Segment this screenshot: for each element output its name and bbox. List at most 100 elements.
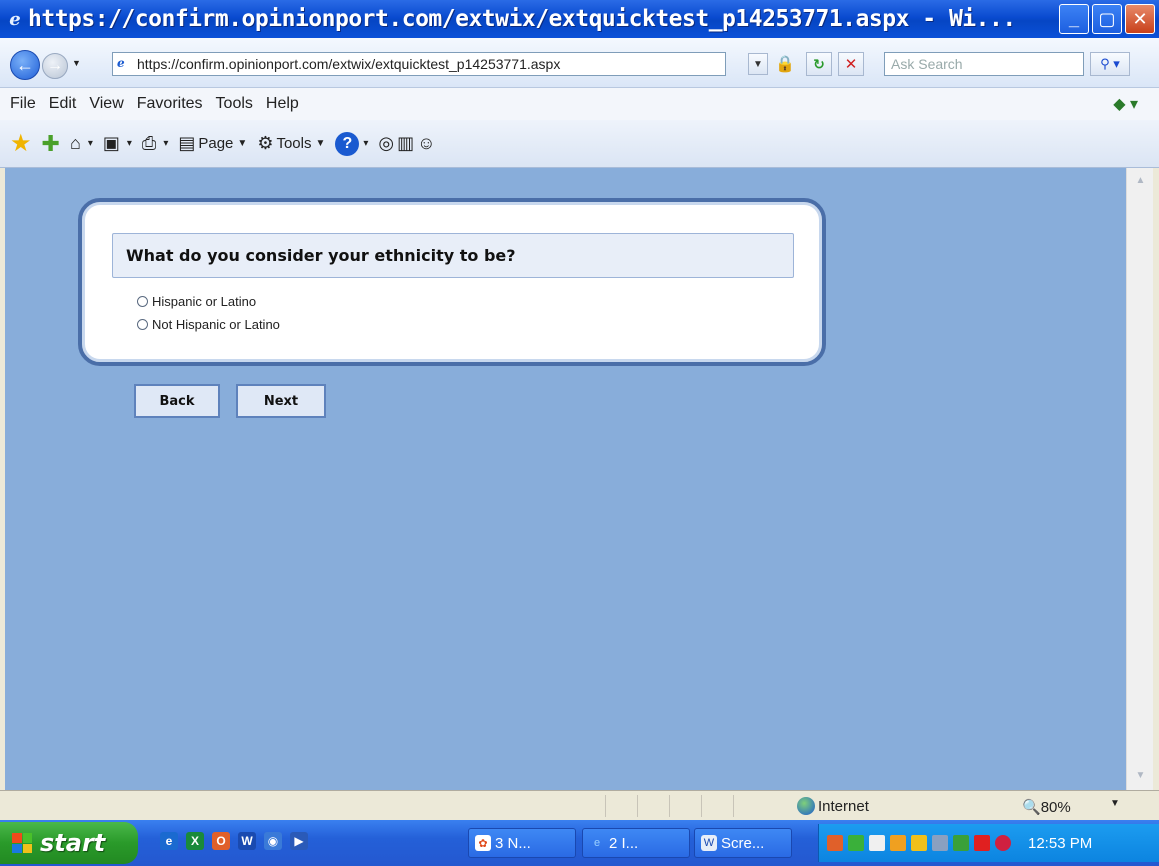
forward-arrow-icon[interactable]: → [42, 53, 68, 79]
page-label: Page [198, 135, 234, 152]
tray-lock-icon[interactable] [869, 835, 885, 851]
excel-icon[interactable]: X [186, 832, 204, 850]
status-cell [637, 795, 669, 817]
menu-edit[interactable]: Edit [49, 95, 77, 113]
task-icon: ✿ [475, 835, 491, 851]
ie-quicklaunch-icon[interactable]: e [160, 832, 178, 850]
tray-shield-icon[interactable] [911, 835, 927, 851]
maximize-button[interactable]: ▢ [1092, 4, 1122, 34]
taskbar: start e X O W ◉ ▶ ✿ 3 N... e 2 I... W Sc… [0, 820, 1159, 866]
tray-n-icon[interactable] [974, 835, 990, 851]
help-button[interactable]: ? ▾ [335, 131, 369, 156]
tray-vm-icon[interactable] [953, 835, 969, 851]
close-button[interactable]: ✕ [1125, 4, 1155, 34]
option-hispanic[interactable]: Hispanic or Latino [137, 294, 256, 309]
task-label: 3 N... [495, 834, 531, 852]
vertical-scrollbar[interactable]: ▲ ▼ [1126, 168, 1153, 790]
zone-label: Internet [818, 797, 869, 815]
security-zone[interactable]: Internet [797, 797, 869, 815]
history-dropdown-icon[interactable]: ▼ [72, 58, 81, 68]
search-input[interactable]: Ask Search [884, 52, 1084, 76]
search-icon[interactable]: ⚲ ▾ [1090, 52, 1130, 76]
menu-favorites[interactable]: Favorites [137, 95, 203, 113]
next-button[interactable]: Next [236, 384, 326, 418]
system-tray: 12:53 PM [818, 824, 1159, 862]
url-text: https://confirm.opinionport.com/extwix/e… [137, 56, 561, 72]
page-icon: e [117, 56, 125, 70]
messenger-icon[interactable]: ☺ [417, 133, 435, 154]
back-arrow-icon[interactable]: ← [10, 50, 40, 80]
zoom-icon: 🔍 [1022, 799, 1041, 816]
page-dropdown-icon: ▼ [237, 138, 248, 149]
address-toolbar: ← → ▼ e https://confirm.opinionport.com/… [0, 38, 1159, 88]
lock-icon[interactable]: 🔒 [775, 54, 795, 74]
media-player-icon[interactable]: ▶ [290, 832, 308, 850]
back-button[interactable]: Back [134, 384, 220, 418]
option-label: Not Hispanic or Latino [152, 317, 280, 332]
refresh-icon[interactable]: ↻ [806, 52, 832, 76]
print-dropdown-icon: ▾ [163, 138, 169, 149]
radio-hispanic[interactable] [137, 296, 148, 307]
task-icon: e [593, 837, 601, 849]
windows-flag-icon [12, 833, 32, 853]
menu-bar: File Edit View Favorites Tools Help ◆ ▾ [0, 88, 1159, 120]
clock[interactable]: 12:53 PM [1028, 835, 1092, 852]
help-icon: ? [335, 131, 360, 156]
tray-icon[interactable] [932, 835, 948, 851]
zoom-level[interactable]: 🔍 80% [1022, 798, 1071, 817]
tray-icon[interactable] [848, 835, 864, 851]
menu-view[interactable]: View [89, 95, 123, 113]
status-cell [701, 795, 733, 817]
window-title: https://confirm.opinionport.com/extwix/e… [28, 6, 1016, 32]
tools-dropdown-icon: ▼ [315, 138, 326, 149]
start-button[interactable]: start [0, 822, 138, 864]
print-button[interactable]: ⎙ ▾ [142, 133, 168, 154]
window-controls: _ ▢ ✕ [1059, 4, 1155, 34]
home-button[interactable]: ⌂ ▾ [70, 133, 93, 154]
option-not-hispanic[interactable]: Not Hispanic or Latino [137, 317, 280, 332]
quick-launch: e X O W ◉ ▶ [160, 832, 308, 850]
messenger-quicklaunch-icon[interactable]: ◉ [264, 832, 282, 850]
menu-tools[interactable]: Tools [216, 95, 253, 113]
tray-icon[interactable] [890, 835, 906, 851]
addon-icon[interactable]: ▥ [397, 133, 414, 154]
home-dropdown-icon: ▾ [87, 138, 93, 149]
outlook-icon[interactable]: O [212, 832, 230, 850]
word-icon[interactable]: W [238, 832, 256, 850]
tray-icon[interactable] [827, 835, 843, 851]
favorites-star-icon[interactable]: ★ [10, 129, 32, 158]
taskbar-task-screen[interactable]: W Scre... [694, 828, 792, 858]
zoom-dropdown-icon[interactable]: ▼ [1110, 798, 1120, 809]
address-dropdown-icon[interactable]: ▼ [748, 53, 768, 75]
start-label: start [40, 829, 106, 857]
task-label: Scre... [721, 834, 765, 852]
research-icon[interactable]: ◎ [378, 133, 394, 154]
title-bar: e https://confirm.opinionport.com/extwix… [0, 0, 1159, 38]
taskbar-task-ie[interactable]: e 2 I... [582, 828, 690, 858]
stop-icon[interactable]: ✕ [838, 52, 864, 76]
status-cell [733, 795, 765, 817]
toolbar-options-icon[interactable]: ◆ ▾ [1113, 94, 1138, 114]
menu-file[interactable]: File [10, 95, 36, 113]
tools-label: Tools [276, 135, 312, 152]
status-bar: Internet 🔍 80% ▼ [0, 790, 1159, 820]
question-heading: What do you consider your ethnicity to b… [112, 233, 794, 278]
help-dropdown-icon: ▾ [363, 138, 369, 149]
ie-logo-icon: e [9, 8, 21, 30]
rss-icon: ▣ [102, 133, 120, 153]
feeds-dropdown-icon: ▾ [126, 138, 132, 149]
menu-help[interactable]: Help [266, 95, 299, 113]
address-input[interactable]: e https://confirm.opinionport.com/extwix… [112, 52, 726, 76]
command-bar: ★ ✚ ⌂ ▾ ▣ ▾ ⎙ ▾ ▤ Page ▼ ⚙ Tools ▼ ? ▾ ◎ ▥ ☺ [0, 120, 1159, 168]
status-cell [669, 795, 701, 817]
tools-menu[interactable]: ⚙ Tools ▼ [257, 133, 325, 154]
add-favorite-icon[interactable]: ✚ [42, 131, 60, 157]
radio-not-hispanic[interactable] [137, 319, 148, 330]
scroll-down-icon[interactable]: ▼ [1130, 765, 1151, 786]
feeds-button[interactable]: ▣ ▾ [103, 133, 132, 154]
tray-security-icon[interactable] [995, 835, 1011, 851]
scroll-up-icon[interactable]: ▲ [1130, 170, 1151, 191]
minimize-button[interactable]: _ [1059, 4, 1089, 34]
taskbar-task-messenger[interactable]: ✿ 3 N... [468, 828, 576, 858]
page-menu[interactable]: ▤ Page ▼ [178, 133, 247, 154]
